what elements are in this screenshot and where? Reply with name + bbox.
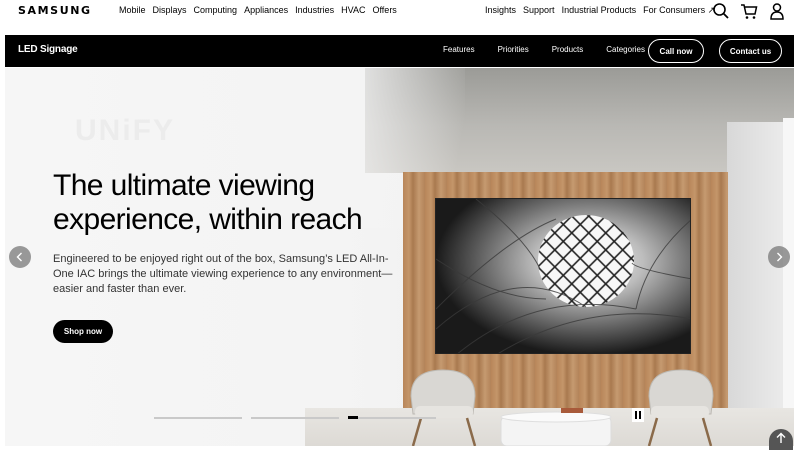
samsung-logo[interactable]: SAMSUNG (18, 4, 92, 17)
led-display-image (435, 198, 691, 354)
hero-watermark: UNiFY (75, 114, 175, 147)
contact-us-button[interactable]: Contact us (719, 39, 782, 63)
subnav-link-priorities[interactable]: Priorities (498, 45, 529, 54)
utility-icons (712, 2, 786, 20)
right-chair-image (647, 369, 714, 446)
carousel-indicator-2[interactable] (251, 417, 339, 419)
menu-item-mobile[interactable]: Mobile (119, 5, 146, 15)
hero-description: Engineered to be enjoyed right out of th… (53, 253, 393, 295)
pause-icon (635, 411, 641, 419)
product-subnav: LED Signage Features Priorities Products… (5, 35, 794, 67)
link-support[interactable]: Support (523, 5, 555, 16)
chevron-left-icon (16, 252, 22, 262)
utility-menu: Insights Support Industrial Products For… (485, 5, 715, 16)
menu-item-industries[interactable]: Industries (295, 5, 334, 15)
call-now-button[interactable]: Call now (648, 39, 704, 63)
subnav-link-products[interactable]: Products (552, 45, 584, 54)
global-nav: SAMSUNG Mobile Displays Computing Applia… (0, 0, 800, 34)
carousel-pause-button[interactable] (632, 408, 644, 422)
link-industrial-products[interactable]: Industrial Products (562, 5, 637, 16)
left-chair-image (410, 369, 477, 446)
hero-title: The ultimate viewing experience, within … (53, 169, 363, 236)
link-insights[interactable]: Insights (485, 5, 516, 16)
carousel-next-button[interactable] (768, 246, 790, 268)
chevron-right-icon (777, 252, 783, 262)
shop-now-button[interactable]: Shop now (53, 320, 113, 343)
subnav-link-categories[interactable]: Categories (606, 45, 645, 54)
menu-item-displays[interactable]: Displays (153, 5, 187, 15)
coffee-table-image (500, 408, 612, 446)
main-menu: Mobile Displays Computing Appliances Ind… (119, 5, 397, 15)
hero-banner: UNiFY The ultimate viewing experience, w… (5, 68, 794, 446)
menu-item-computing[interactable]: Computing (194, 5, 238, 15)
subnav-links: Features Priorities Products Categories (443, 45, 645, 54)
hero-wall-post (783, 118, 794, 446)
arrow-up-icon (776, 432, 786, 443)
link-for-consumers[interactable]: For Consumers ↗ (643, 5, 715, 16)
scroll-to-top-button[interactable] (769, 429, 793, 450)
carousel-indicator-1[interactable] (154, 417, 242, 419)
carousel-indicators (154, 416, 436, 419)
user-icon[interactable] (768, 2, 786, 20)
menu-item-hvac[interactable]: HVAC (341, 5, 365, 15)
menu-item-offers[interactable]: Offers (372, 5, 396, 15)
menu-item-appliances[interactable]: Appliances (244, 5, 288, 15)
search-icon[interactable] (712, 2, 730, 20)
subnav-link-features[interactable]: Features (443, 45, 475, 54)
subnav-title[interactable]: LED Signage (18, 44, 78, 55)
cart-icon[interactable] (740, 2, 758, 20)
carousel-indicator-3[interactable] (348, 416, 436, 419)
carousel-prev-button[interactable] (9, 246, 31, 268)
